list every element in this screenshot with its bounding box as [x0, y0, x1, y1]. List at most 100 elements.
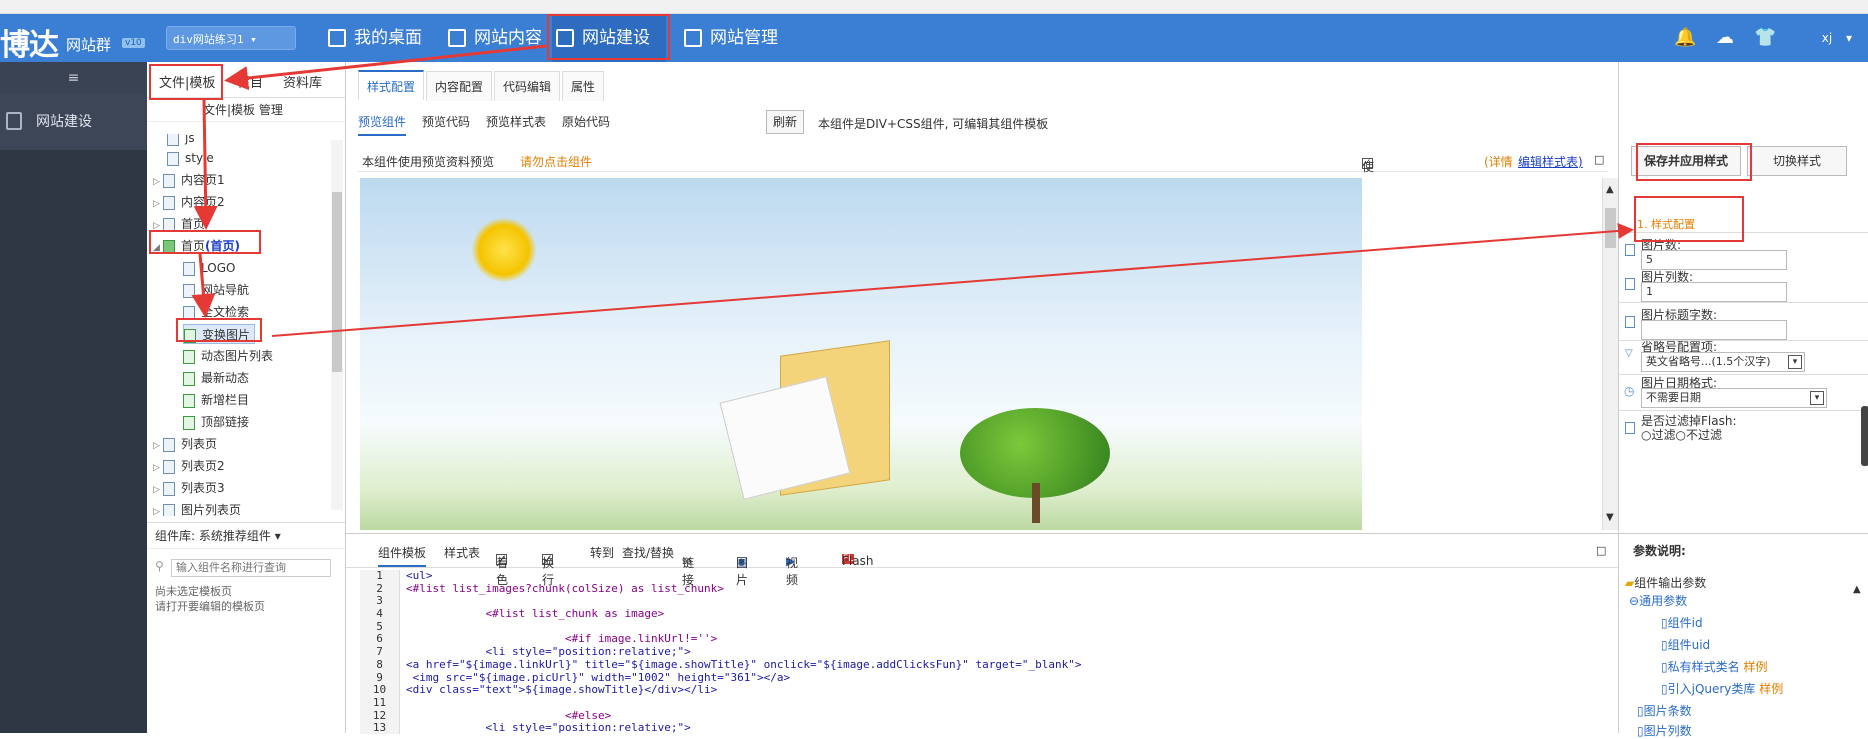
- tree-scrollbar[interactable]: [331, 140, 343, 510]
- component-library-header[interactable]: 组件库: 系统推荐组件 ▾: [147, 523, 345, 549]
- annotation-box: [1634, 196, 1744, 242]
- example-link[interactable]: 样例: [1743, 660, 1767, 674]
- param-img-cols[interactable]: ▯图片列数: [1637, 722, 1692, 739]
- param-common[interactable]: ⊖通用参数: [1629, 592, 1687, 609]
- scrollbar-thumb[interactable]: [332, 192, 342, 372]
- tree-node[interactable]: ▷ 列表页3: [153, 478, 225, 498]
- tab-properties[interactable]: 属性: [562, 71, 605, 101]
- annotation-box: [176, 318, 262, 342]
- radio-filter[interactable]: ○过滤: [1641, 428, 1676, 442]
- code-area[interactable]: 1 2 3 4 5 6 7 8 9 10 11 12 13 <ul> <#list list_images…: [360, 570, 1600, 734]
- tab-component-template[interactable]: 组件模板: [378, 544, 427, 567]
- shirt-icon[interactable]: 👕: [1754, 28, 1776, 48]
- flash-button-label: Flash: [842, 554, 874, 568]
- radio-no-filter[interactable]: ○不过滤: [1676, 428, 1723, 442]
- param-comp-id[interactable]: ▯组件id: [1661, 614, 1703, 631]
- component-search-input[interactable]: [171, 559, 331, 577]
- tab-code-edit[interactable]: 代码编辑: [494, 71, 561, 101]
- side-handle[interactable]: [1861, 406, 1868, 466]
- tree-node[interactable]: 最新动态: [183, 368, 249, 388]
- goto-button[interactable]: 转到: [590, 544, 614, 561]
- nav-content[interactable]: 网站内容: [444, 14, 542, 62]
- collapse-menu-icon[interactable]: ≡: [0, 62, 147, 94]
- user-name[interactable]: xj: [1816, 28, 1838, 48]
- param-comp-uid[interactable]: ▯组件uid: [1661, 636, 1710, 653]
- tree-node-label: 列表页: [181, 437, 218, 451]
- annotation-box: [547, 14, 670, 60]
- tree-node[interactable]: LOGO: [183, 258, 235, 278]
- chevron-down-icon[interactable]: ▼: [1606, 512, 1614, 523]
- img-cols-input[interactable]: 1: [1641, 282, 1787, 302]
- tree-node[interactable]: 网站导航: [183, 280, 249, 300]
- param-private-style[interactable]: ▯私有样式类名 样例: [1661, 658, 1767, 675]
- detail-link[interactable]: (详情: [1484, 153, 1513, 170]
- refresh-button[interactable]: 刷新: [766, 110, 804, 134]
- nav-content-label: 网站内容: [474, 28, 542, 48]
- params-panel: 参数说明: ▰组件输出参数 ⊖通用参数 ▯组件id ▯组件uid ▯私有样式类名…: [1618, 533, 1868, 738]
- tree-node-label: 内容页2: [181, 195, 225, 209]
- chevron-up-icon[interactable]: ▲: [1606, 184, 1614, 195]
- nav-manage[interactable]: 网站管理: [680, 14, 778, 62]
- doc-icon: [1625, 422, 1635, 434]
- tree-node-label: js: [185, 134, 195, 145]
- date-format-select[interactable]: 不需要日期 ▾: [1641, 388, 1827, 408]
- tree-node[interactable]: ▷ 内容页2: [153, 192, 225, 212]
- edit-style-link[interactable]: 编辑样式表): [1518, 153, 1583, 170]
- ellipsis-select[interactable]: 英文省略号...(1.5个汉字) ▾: [1641, 352, 1805, 372]
- brand-subtitle: 网站群: [66, 36, 112, 54]
- tab-preview-code[interactable]: 预览代码: [422, 113, 470, 130]
- maximize-icon[interactable]: □: [1594, 153, 1604, 166]
- tab-source-code[interactable]: 原始代码: [562, 113, 610, 130]
- scrollbar-thumb[interactable]: [1605, 208, 1616, 248]
- tree-node[interactable]: ▷ 列表页: [153, 434, 217, 454]
- code-editor: 组件模板 样式表 ✓ 着色 ✓ 换行 转到 查找/替换 ∞ 链接 ▣ 图片 ▶ 视频 FL…: [346, 533, 1618, 734]
- tree-node[interactable]: 新增栏目: [183, 390, 249, 410]
- bell-icon[interactable]: 🔔: [1674, 28, 1696, 48]
- line-number: 10: [372, 683, 387, 697]
- tab-content-config[interactable]: 内容配置: [426, 71, 493, 101]
- edit-icon: [448, 29, 466, 47]
- maximize-icon[interactable]: □: [1596, 544, 1606, 557]
- tree-node[interactable]: 动态图片列表: [183, 346, 273, 366]
- filter-icon: ▽: [1625, 348, 1633, 359]
- site-select[interactable]: div网站练习1 ▾: [166, 26, 296, 50]
- img-count-input[interactable]: 5: [1641, 250, 1787, 270]
- tree-node-label: 全文检索: [201, 305, 250, 319]
- tab-style-config[interactable]: 样式配置: [358, 70, 425, 100]
- find-replace-button[interactable]: 查找/替换: [622, 544, 674, 561]
- doc-icon: [1625, 316, 1635, 328]
- tree-node-label: 内容页1: [181, 173, 225, 187]
- tree-node[interactable]: js: [167, 134, 195, 148]
- tree-node[interactable]: style: [167, 148, 214, 168]
- param-img-count[interactable]: ▯图片条数: [1637, 702, 1692, 719]
- tab-stylesheet[interactable]: 样式表: [444, 544, 480, 561]
- tree-node[interactable]: ▷ 内容页1: [153, 170, 225, 190]
- preview-bar: 本组件使用预览资料预览 请勿点击组件 ✓使用模板环境预览 (详情 编辑样式表) …: [358, 148, 1608, 293]
- tab-library[interactable]: 资料库: [283, 72, 322, 91]
- template-tree-panel: 文件|模板 栏目 资料库 文件|模板 管理 js style ▷ 内容页1 ▷ 内容…: [147, 62, 346, 733]
- tab-preview-component[interactable]: 预览组件: [358, 113, 407, 136]
- doc-icon: ▯: [1661, 660, 1668, 674]
- line-number: 13: [372, 721, 387, 734]
- browser-strip: [0, 0, 1868, 14]
- example-link[interactable]: 样例: [1759, 682, 1783, 696]
- param-root[interactable]: ▰组件输出参数: [1625, 574, 1706, 591]
- expand-icon: ▷: [153, 485, 160, 495]
- tab-column[interactable]: 栏目: [237, 72, 263, 91]
- nav-desktop[interactable]: 我的桌面: [324, 14, 422, 62]
- page-icon: [163, 173, 175, 188]
- chevron-up-icon[interactable]: ▲: [1853, 584, 1861, 595]
- tree-node[interactable]: ▷ 列表页2: [153, 456, 225, 476]
- title-len-input[interactable]: [1641, 320, 1787, 340]
- tree-node[interactable]: 顶部链接: [183, 412, 249, 432]
- annotation-box: [1636, 143, 1752, 181]
- cloud-icon[interactable]: ☁: [1714, 28, 1736, 48]
- param-jquery[interactable]: ▯引入jQuery类库 样例: [1661, 680, 1783, 697]
- tree-node[interactable]: ▷ 图片列表页: [153, 500, 241, 516]
- preview-scrollbar[interactable]: ▲ ▼: [1602, 178, 1618, 530]
- leftnav-item-build[interactable]: 网站建设: [0, 94, 147, 150]
- chevron-down-icon[interactable]: ▾: [1838, 28, 1860, 48]
- tab-preview-style[interactable]: 预览样式表: [486, 113, 546, 130]
- switch-style-button[interactable]: 切换样式: [1747, 146, 1847, 176]
- line-number: 11: [372, 695, 387, 709]
